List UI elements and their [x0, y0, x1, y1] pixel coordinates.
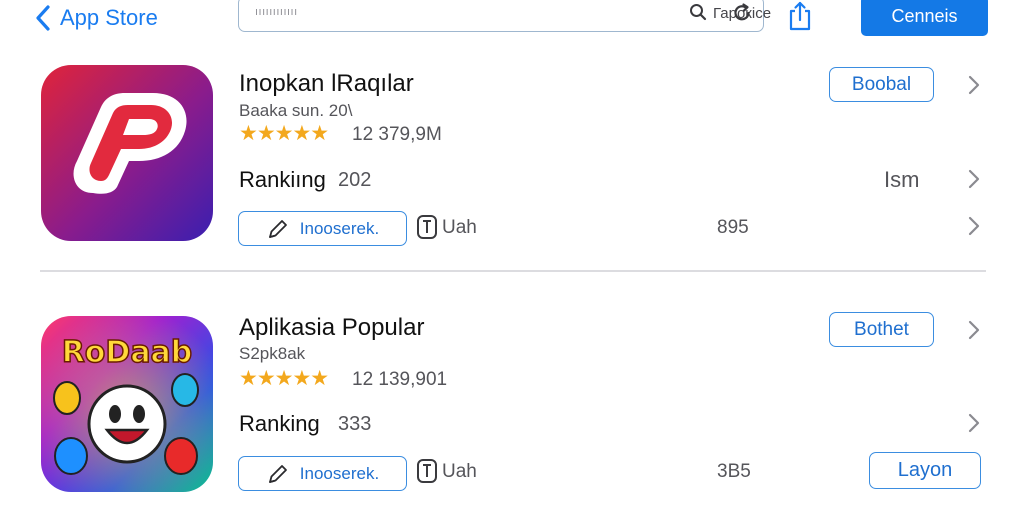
chevron-right-icon[interactable]: [966, 411, 982, 435]
layout-button[interactable]: Layon: [869, 452, 981, 489]
app-store-page: App Store ıııııııııııı Гарокісе Cenneis: [0, 0, 1024, 512]
chevron-right-icon[interactable]: [966, 318, 982, 342]
app-subtitle-2: S2pk8ak: [239, 344, 306, 363]
install-button-2[interactable]: Inooserek.: [238, 456, 407, 491]
star-rating-2: ★★★★★: [239, 367, 329, 390]
music-app-icon: [41, 65, 213, 241]
flag-badge-1: Uah: [416, 214, 477, 242]
top-bar: App Store ıııııııııııı Гарокісе Cenneis: [0, 0, 1024, 40]
star-rating-1: ★★★★★: [239, 122, 329, 145]
search-icon: [690, 4, 707, 21]
flag-label-2: Uah: [442, 461, 477, 482]
app-icon-2[interactable]: RoDaab: [41, 316, 213, 492]
size-value-1: 895: [717, 217, 749, 238]
cancel-button[interactable]: Cenneis: [861, 0, 988, 36]
tag-icon: [417, 215, 437, 239]
install-label-2: Inooserek.: [299, 463, 380, 483]
back-label: App Store: [60, 5, 158, 30]
install-button-1[interactable]: Inooserek.: [238, 211, 407, 246]
app-action-button-1[interactable]: Boobal: [829, 67, 934, 102]
size-value-2: 3B5: [717, 461, 751, 482]
ranking-value-1: 202: [338, 169, 372, 191]
pencil-icon: [268, 219, 287, 238]
app-action-button-2[interactable]: Bothet: [829, 312, 934, 347]
app-icon-1[interactable]: [41, 65, 213, 241]
row-divider: [40, 270, 986, 272]
right-value-1: Ism: [884, 167, 920, 192]
app-icon-text: RoDaab: [62, 335, 193, 370]
ranking-value-2: 333: [338, 413, 372, 435]
pencil-icon: [268, 464, 287, 483]
chevron-right-icon[interactable]: [966, 167, 982, 191]
chevron-right-icon[interactable]: [966, 73, 982, 97]
tag-icon: [417, 459, 437, 483]
rating-count-2: 12 139,901: [352, 369, 448, 390]
ranking-label-1: Rankiıng: [239, 167, 326, 192]
search-field[interactable]: ıııııııııııı Гарокісе: [238, 0, 771, 32]
app-subtitle-1: Baaka sun. 20\: [239, 101, 353, 120]
game-app-icon: RoDaab: [41, 316, 213, 492]
search-placeholder: ıııııııııııı: [255, 6, 298, 18]
flag-badge-2: Uah: [416, 458, 477, 486]
ranking-label-2: Ranking: [239, 411, 320, 436]
reload-icon[interactable]: [731, 2, 753, 24]
install-label-1: Inooserek.: [299, 218, 380, 238]
app-name-2: Aplikasia Popular: [239, 314, 425, 341]
chevron-right-icon[interactable]: [966, 214, 982, 238]
chevron-left-icon: [36, 5, 50, 31]
flag-label-1: Uah: [442, 217, 477, 238]
app-name-1: Inopkan lRaqılar: [239, 70, 414, 97]
share-icon[interactable]: [786, 0, 814, 32]
back-button[interactable]: App Store: [34, 2, 158, 34]
rating-count-1: 12 379,9M: [352, 124, 442, 145]
